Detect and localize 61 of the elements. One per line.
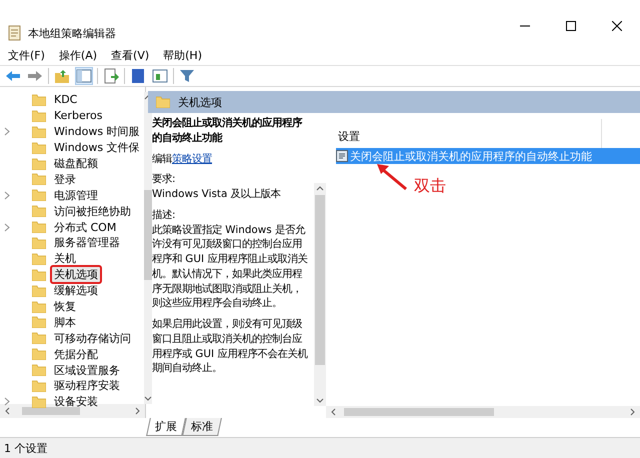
scrollbar[interactable] xyxy=(326,406,640,418)
folder-icon xyxy=(32,158,46,170)
folder-icon xyxy=(32,236,46,249)
folder-icon xyxy=(32,94,46,106)
arrow-icon xyxy=(376,163,408,191)
close-icon[interactable] xyxy=(612,21,622,31)
menu-item[interactable]: 操作(A) xyxy=(54,48,106,62)
panel-title: 关机选项 xyxy=(178,94,222,110)
status-text: 1 个设置 xyxy=(4,440,48,456)
folder-icon xyxy=(32,110,46,122)
policy-icon xyxy=(336,150,348,162)
scroll-left-icon[interactable] xyxy=(330,408,336,416)
folder-icon xyxy=(32,284,46,297)
scrollbar[interactable] xyxy=(314,183,326,406)
folder-icon xyxy=(32,189,46,202)
description-label: 描述: xyxy=(152,208,177,223)
description-text: 此策略设置指定 Windows 是否允许没有可见顶级窗口的控制台应用程序和 GUI 应用程序阻止或取消关机。默认情况下，如果此类应用程序无限期地试图取消或阻止关机，则这些应用程序会自动终止。 xyxy=(152,222,308,312)
tree-item[interactable]: 关机选项 xyxy=(50,265,102,284)
filter-icon[interactable] xyxy=(178,67,196,85)
folder-icon xyxy=(32,348,46,360)
scrollbar[interactable] xyxy=(144,92,152,404)
panel-icon[interactable] xyxy=(151,67,169,85)
folder-icon xyxy=(32,142,46,154)
tab[interactable]: 标准 xyxy=(182,418,222,436)
folder-icon xyxy=(32,268,46,281)
folder-icon xyxy=(32,126,46,138)
requirements-label: 要求: xyxy=(152,172,177,188)
annotation-text: 双击 xyxy=(414,176,446,197)
folder-icon xyxy=(32,173,46,186)
scroll-left-icon[interactable] xyxy=(4,407,10,415)
tab[interactable]: 扩展 xyxy=(146,418,186,436)
menu-item[interactable]: 帮助(H) xyxy=(159,48,210,62)
menu-item[interactable]: 查看(V) xyxy=(107,48,158,62)
menu-item[interactable]: 文件(F) xyxy=(4,48,53,62)
scroll-right-icon[interactable] xyxy=(630,408,636,416)
scroll-right-icon[interactable] xyxy=(135,407,141,415)
window-title: 本地组策略编辑器 xyxy=(28,26,116,41)
folder-icon xyxy=(32,300,46,313)
folder-icon xyxy=(32,252,46,265)
policy-title: 关闭会阻止或取消关机的应用程序的自动终止功能 xyxy=(152,116,304,146)
requirements-text: Windows Vista 及以上版本 xyxy=(152,187,282,202)
folder-icon xyxy=(156,96,170,108)
description-text: 如果启用此设置，则没有可见顶级窗口且阻止或取消关机的控制台应用程序或 GUI 应用程序不会在关机期间自动终止。 xyxy=(152,317,309,376)
folder-icon xyxy=(32,221,46,234)
folder-icon xyxy=(32,316,46,328)
scroll-down-icon[interactable] xyxy=(316,398,324,404)
edit-label: 编辑 xyxy=(152,152,172,165)
export-icon[interactable] xyxy=(102,67,120,85)
app-icon xyxy=(8,25,22,41)
panel-icon[interactable] xyxy=(75,67,93,85)
folder-icon xyxy=(32,380,46,392)
help-book-icon[interactable] xyxy=(129,67,147,85)
folder-up-icon[interactable] xyxy=(53,67,71,85)
tree-item[interactable]: KDC xyxy=(50,91,82,108)
folder-icon xyxy=(32,205,46,218)
folder-icon xyxy=(32,332,46,344)
scroll-down-icon[interactable] xyxy=(144,396,152,402)
folder-icon xyxy=(32,364,46,376)
policy-settings-link[interactable]: 策略设置 xyxy=(172,152,212,165)
maximize-icon[interactable] xyxy=(566,21,576,31)
tree-item[interactable]: Kerberos xyxy=(50,107,106,124)
